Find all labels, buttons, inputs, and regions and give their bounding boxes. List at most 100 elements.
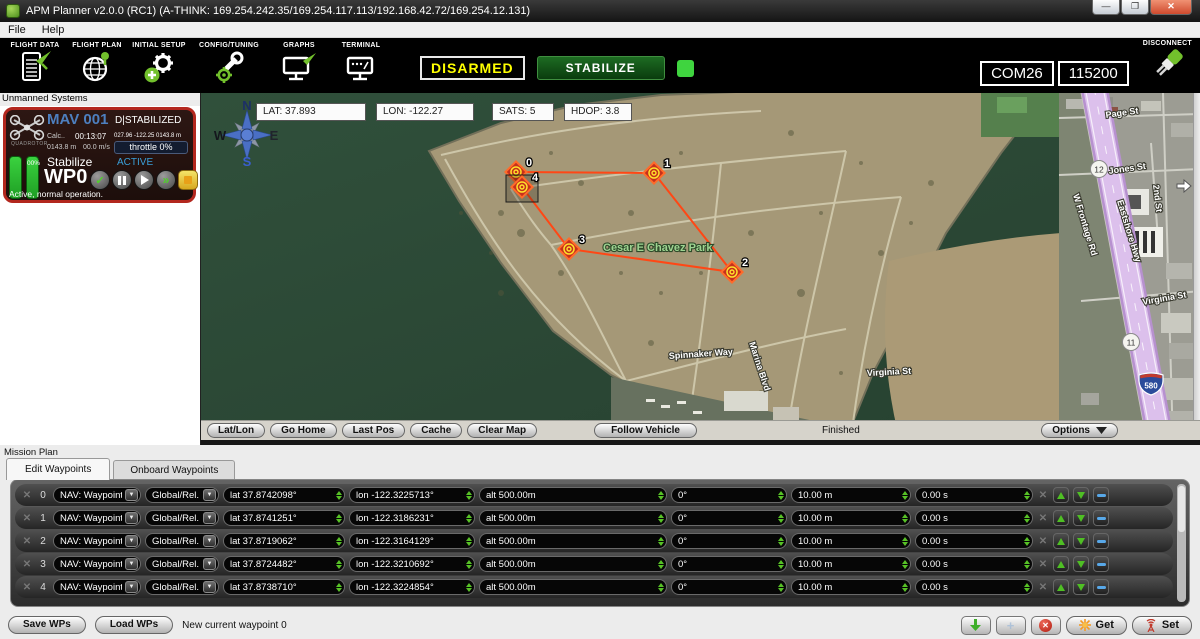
spin-up-icon[interactable]: [336, 491, 342, 495]
remove-waypoint-button[interactable]: [1093, 487, 1109, 503]
confirm-button[interactable]: ✓: [90, 170, 110, 190]
spinner-arrows-icon[interactable]: [336, 514, 342, 523]
spin-down-icon[interactable]: [778, 542, 784, 546]
remove-row-icon[interactable]: ✕: [1037, 513, 1049, 524]
spinner-arrows-icon[interactable]: [336, 560, 342, 569]
remove-row-icon[interactable]: ✕: [1037, 490, 1049, 501]
spin-down-icon[interactable]: [778, 496, 784, 500]
spin-up-icon[interactable]: [902, 560, 908, 564]
spin-up-icon[interactable]: [1024, 583, 1030, 587]
param3-spinner[interactable]: 0.00 s: [915, 579, 1033, 595]
spin-down-icon[interactable]: [778, 519, 784, 523]
latitude-spinner[interactable]: lat 37.8724482°: [223, 556, 345, 572]
spinner-arrows-icon[interactable]: [466, 491, 472, 500]
latitude-spinner[interactable]: lat 37.8741251°: [223, 510, 345, 526]
spin-down-icon[interactable]: [658, 542, 664, 546]
dropdown-arrow-icon[interactable]: ▼: [203, 512, 216, 524]
spin-up-icon[interactable]: [778, 583, 784, 587]
spin-down-icon[interactable]: [466, 496, 472, 500]
spin-down-icon[interactable]: [658, 565, 664, 569]
go-home-button[interactable]: Go Home: [270, 423, 336, 438]
spinner-arrows-icon[interactable]: [1024, 491, 1030, 500]
dropdown-arrow-icon[interactable]: ▼: [203, 535, 216, 547]
spinner-arrows-icon[interactable]: [1024, 537, 1030, 546]
move-waypoint-up-button[interactable]: [1053, 533, 1069, 549]
spin-up-icon[interactable]: [902, 583, 908, 587]
continue-mission-button[interactable]: »: [156, 170, 176, 190]
spin-down-icon[interactable]: [778, 565, 784, 569]
altitude-spinner[interactable]: alt 500.00m: [479, 579, 667, 595]
spin-down-icon[interactable]: [658, 496, 664, 500]
spinner-arrows-icon[interactable]: [658, 491, 664, 500]
baud-rate-selector[interactable]: 115200: [1058, 61, 1129, 86]
spinner-arrows-icon[interactable]: [658, 583, 664, 592]
spin-down-icon[interactable]: [336, 542, 342, 546]
spinner-arrows-icon[interactable]: [466, 514, 472, 523]
spin-up-icon[interactable]: [466, 514, 472, 518]
param2-spinner[interactable]: 10.00 m: [791, 556, 911, 572]
spin-up-icon[interactable]: [336, 514, 342, 518]
spinner-arrows-icon[interactable]: [466, 560, 472, 569]
spin-down-icon[interactable]: [466, 588, 472, 592]
map-view[interactable]: 01234 Cesar E Chavez Park Spinnaker Way …: [200, 93, 1200, 445]
altitude-spinner[interactable]: alt 500.00m: [479, 533, 667, 549]
move-waypoint-up-button[interactable]: [1053, 510, 1069, 526]
spin-up-icon[interactable]: [466, 491, 472, 495]
cache-button[interactable]: Cache: [410, 423, 462, 438]
longitude-spinner[interactable]: lon -122.3164129°: [349, 533, 475, 549]
spin-down-icon[interactable]: [1024, 542, 1030, 546]
latitude-spinner[interactable]: lat 37.8742098°: [223, 487, 345, 503]
frame-select[interactable]: Global/Rel. Al▼: [145, 579, 219, 595]
minimize-button[interactable]: —: [1092, 0, 1120, 15]
longitude-spinner[interactable]: lon -122.3225713°: [349, 487, 475, 503]
param1-spinner[interactable]: 0°: [671, 579, 787, 595]
spinner-arrows-icon[interactable]: [778, 491, 784, 500]
spin-up-icon[interactable]: [658, 537, 664, 541]
param3-spinner[interactable]: 0.00 s: [915, 556, 1033, 572]
spinner-arrows-icon[interactable]: [336, 491, 342, 500]
spin-down-icon[interactable]: [336, 496, 342, 500]
longitude-spinner[interactable]: lon -122.3224854°: [349, 579, 475, 595]
move-waypoint-down-button[interactable]: [1073, 579, 1089, 595]
spin-up-icon[interactable]: [902, 491, 908, 495]
get-waypoints-button[interactable]: Get: [1066, 616, 1127, 635]
delete-waypoint-icon[interactable]: ✕: [21, 582, 33, 593]
command-select[interactable]: NAV: Waypoint▼: [53, 579, 141, 595]
spin-down-icon[interactable]: [336, 519, 342, 523]
spin-down-icon[interactable]: [658, 519, 664, 523]
delete-waypoint-icon[interactable]: ✕: [21, 536, 33, 547]
dropdown-arrow-icon[interactable]: ▼: [125, 535, 138, 547]
stop-button[interactable]: [178, 170, 198, 190]
frame-select[interactable]: Global/Rel. Al▼: [145, 556, 219, 572]
frame-select[interactable]: Global/Rel. Al▼: [145, 487, 219, 503]
spin-down-icon[interactable]: [658, 588, 664, 592]
spin-up-icon[interactable]: [336, 537, 342, 541]
spinner-arrows-icon[interactable]: [1024, 560, 1030, 569]
remove-row-icon[interactable]: ✕: [1037, 536, 1049, 547]
latlon-button[interactable]: Lat/Lon: [207, 423, 265, 438]
table-scrollbar[interactable]: [1177, 484, 1186, 602]
dropdown-arrow-icon[interactable]: ▼: [203, 558, 216, 570]
waypoint-marker-4[interactable]: 4: [506, 172, 539, 202]
add-waypoint-button[interactable]: +: [996, 616, 1026, 635]
spin-down-icon[interactable]: [466, 542, 472, 546]
spin-down-icon[interactable]: [902, 588, 908, 592]
map-scroll-strip[interactable]: [1193, 93, 1200, 445]
armed-status[interactable]: DISARMED: [420, 56, 525, 80]
spin-down-icon[interactable]: [778, 588, 784, 592]
dropdown-arrow-icon[interactable]: ▼: [125, 489, 138, 501]
spin-down-icon[interactable]: [902, 565, 908, 569]
spin-down-icon[interactable]: [466, 565, 472, 569]
tab-onboard-waypoints[interactable]: Onboard Waypoints: [113, 460, 235, 480]
close-button[interactable]: ✕: [1150, 0, 1192, 15]
spin-up-icon[interactable]: [466, 537, 472, 541]
clear-mission-button[interactable]: ✕: [1031, 616, 1061, 635]
spin-up-icon[interactable]: [466, 583, 472, 587]
spin-down-icon[interactable]: [336, 565, 342, 569]
pause-button[interactable]: [112, 170, 132, 190]
param2-spinner[interactable]: 10.00 m: [791, 533, 911, 549]
spin-up-icon[interactable]: [1024, 560, 1030, 564]
follow-vehicle-button[interactable]: Follow Vehicle: [594, 423, 697, 438]
spinner-arrows-icon[interactable]: [336, 537, 342, 546]
spinner-arrows-icon[interactable]: [336, 583, 342, 592]
